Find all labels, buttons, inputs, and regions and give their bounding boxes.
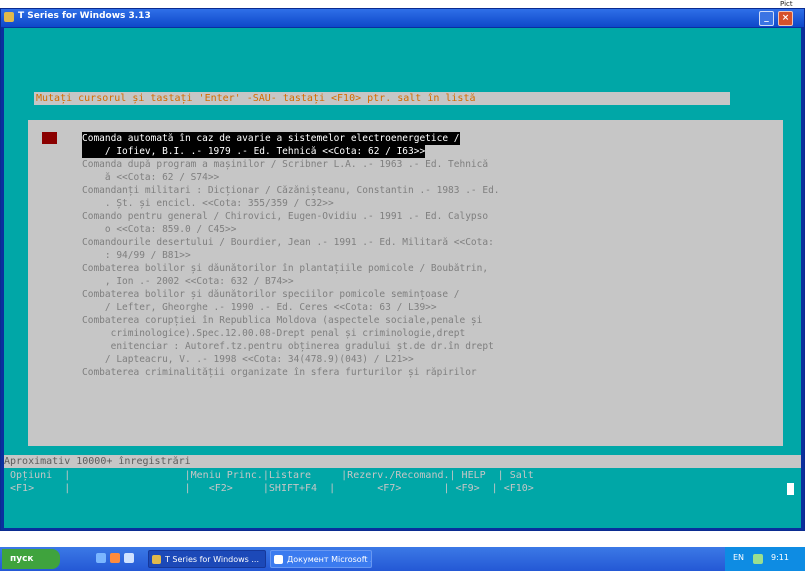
- list-item[interactable]: Comandourile desertului / Bourdier, Jean…: [82, 236, 494, 249]
- list-item[interactable]: , Ion .- 2002 <<Cota: 632 / B74>>: [82, 275, 294, 288]
- list-item[interactable]: ă <<Cota: 62 / S74>>: [82, 171, 219, 184]
- list-item[interactable]: Comando pentru general / Chirovici, Euge…: [82, 210, 488, 223]
- list-item[interactable]: enitenciar : Autoref.tz.pentru obținerea…: [82, 340, 494, 353]
- tseries-icon: [152, 555, 161, 564]
- list-item[interactable]: / Lapteacru, V. .- 1998 <<Cota: 34(478.9…: [82, 353, 414, 366]
- selected-list-item[interactable]: / Iofiev, B.I. .- 1979 .- Ed. Tehnică <<…: [82, 145, 426, 158]
- taskbar-item-tseries[interactable]: T Series for Windows ...: [148, 550, 266, 568]
- results-list: Comanda automată în caz de avarie a sist…: [28, 120, 783, 446]
- system-tray: EN 9:11: [725, 547, 805, 571]
- media-player-icon[interactable]: [124, 553, 134, 563]
- title-bar[interactable]: T Series for Windows 3.13 _ ×: [1, 9, 804, 27]
- list-item[interactable]: Combaterea bolilor și dăunătorilor în pl…: [82, 262, 488, 275]
- language-indicator[interactable]: EN: [733, 553, 744, 562]
- network-icon[interactable]: [753, 554, 763, 564]
- window-title: T Series for Windows 3.13: [18, 11, 151, 21]
- function-key-shortcuts[interactable]: <F1> | | <F2> |SHIFT+F4 | <F7> | <F9> | …: [4, 483, 801, 495]
- list-item[interactable]: Combaterea criminalității organizate în …: [82, 366, 477, 379]
- taskbar-item-document[interactable]: Документ Microsoft ...: [270, 550, 372, 568]
- taskbar-item-label: T Series for Windows ...: [165, 555, 259, 564]
- function-key-labels[interactable]: Opțiuni | |Meniu Princ.|Listare |Rezerv.…: [4, 470, 801, 482]
- selected-list-item[interactable]: Comanda automată în caz de avarie a sist…: [82, 132, 460, 145]
- list-item[interactable]: o <<Cota: 859.0 / C45>>: [82, 223, 237, 236]
- list-item[interactable]: Combaterea bolilor și dăunătorilor speci…: [82, 288, 460, 301]
- selection-cursor: [42, 132, 57, 144]
- close-button[interactable]: ×: [778, 11, 793, 26]
- start-button[interactable]: пуск: [2, 549, 60, 569]
- corner-label: Pict: [780, 0, 793, 8]
- show-desktop-icon[interactable]: [96, 553, 106, 563]
- list-item[interactable]: Comandanți militari : Dicționar / Căzăni…: [82, 184, 500, 197]
- list-item[interactable]: criminologice).Spec.12.00.08-Drept penal…: [82, 327, 466, 340]
- list-item[interactable]: : 94/99 / B81>>: [82, 249, 191, 262]
- console-area: Mutați cursorul și tastați 'Enter' -SAU-…: [4, 28, 801, 528]
- record-count-status: Aproximativ 10000+ înregistrări: [4, 455, 801, 468]
- list-item[interactable]: Comanda după program a mașinilor / Scrib…: [82, 158, 488, 171]
- app-window: T Series for Windows 3.13 _ × Mutați cur…: [0, 8, 805, 531]
- list-item[interactable]: / Lefter, Gheorghe .- 1990 .- Ed. Ceres …: [82, 301, 437, 314]
- taskbar-item-label: Документ Microsoft ...: [287, 555, 372, 564]
- text-cursor: [787, 483, 794, 495]
- list-item[interactable]: . Șt. și encicl. <<Cota: 355/359 / C32>>: [82, 197, 334, 210]
- browser-icon[interactable]: [110, 553, 120, 563]
- taskbar: пуск T Series for Windows ... Документ M…: [0, 547, 805, 571]
- document-icon: [274, 555, 283, 564]
- clock: 9:11: [771, 553, 789, 562]
- list-item[interactable]: Combaterea corupției în Republica Moldov…: [82, 314, 482, 327]
- minimize-button[interactable]: _: [759, 11, 774, 26]
- app-icon: [4, 12, 14, 22]
- instruction-prompt: Mutați cursorul și tastați 'Enter' -SAU-…: [34, 92, 730, 105]
